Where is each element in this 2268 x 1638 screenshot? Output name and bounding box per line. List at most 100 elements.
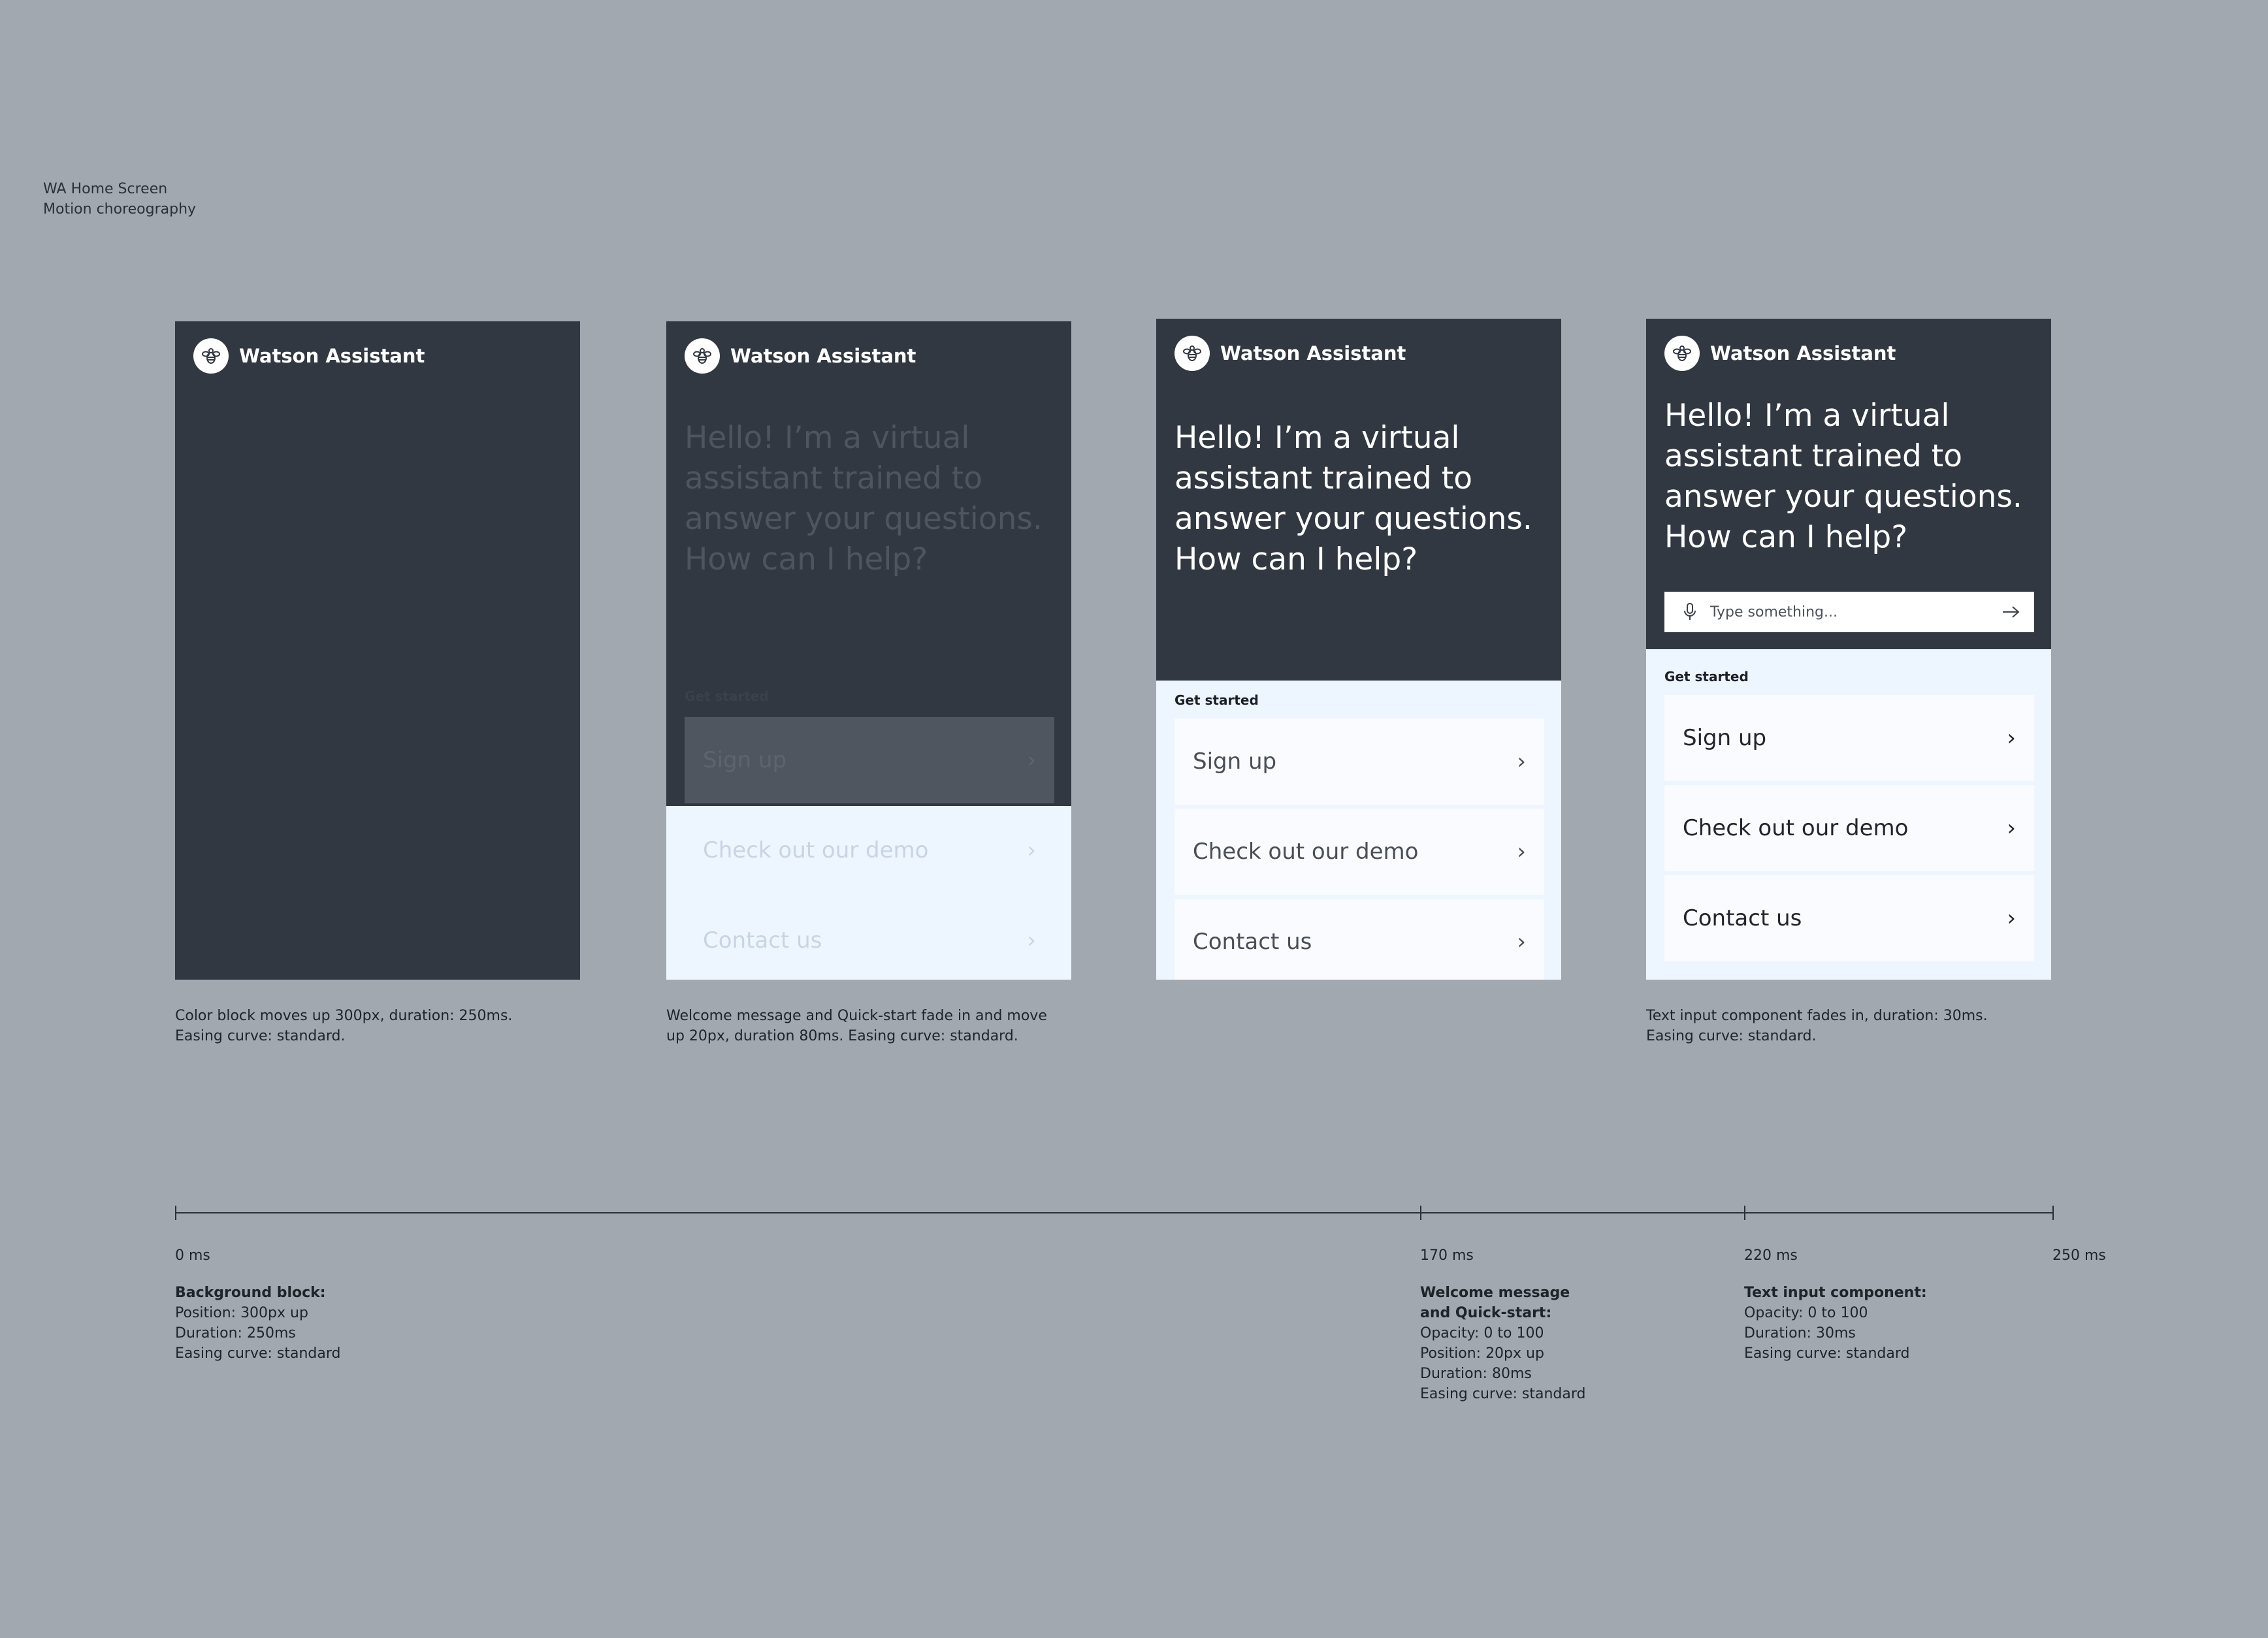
timeline-tick <box>1420 1206 1421 1220</box>
chevron-right-icon: › <box>1027 837 1036 863</box>
caption-line: Welcome message and Quick-start fade in … <box>666 1008 1047 1024</box>
timeline-tick <box>1744 1206 1745 1220</box>
welcome-line: answer your questions. <box>1174 501 1532 537</box>
text-input[interactable] <box>1664 592 2034 632</box>
bee-icon <box>685 338 720 374</box>
tick-label-250: 250 ms <box>2052 1247 2106 1264</box>
note-title: Welcome message <box>1420 1285 1570 1301</box>
timeline-tick <box>175 1206 176 1220</box>
timeline-axis <box>175 1212 2054 1213</box>
note-welcome-quickstart: Welcome message and Quick-start: Opacity… <box>1420 1283 1585 1404</box>
caption-line: Color block moves up 300px, duration: 25… <box>175 1008 513 1024</box>
welcome-message: Hello! I’m a virtual assistant trained t… <box>1664 396 2037 558</box>
item-label: Check out our demo <box>1683 815 1909 841</box>
quick-start-contact[interactable]: Contact us › <box>1664 875 2034 961</box>
chevron-right-icon: › <box>1027 927 1036 954</box>
note-line: Duration: 250ms <box>175 1325 296 1341</box>
bee-icon <box>1174 336 1210 371</box>
quick-start-label: Get started <box>1664 669 1749 684</box>
item-label: Contact us <box>703 927 822 954</box>
microphone-icon[interactable] <box>1683 602 1697 622</box>
quick-start-contact[interactable]: Contact us › <box>685 897 1054 980</box>
welcome-message: Hello! I’m a virtual assistant trained t… <box>1174 418 1547 580</box>
note-line: Opacity: 0 to 100 <box>1744 1305 1868 1321</box>
caption-line: up 20px, duration 80ms. Easing curve: st… <box>666 1028 1018 1044</box>
quick-start-label: Get started <box>1174 692 1259 708</box>
header: Watson Assistant <box>1174 336 1406 371</box>
header: Watson Assistant <box>1664 336 1896 371</box>
caption-line: Easing curve: standard. <box>175 1028 346 1044</box>
note-line: Position: 20px up <box>1420 1345 1544 1362</box>
header: Watson Assistant <box>685 338 916 374</box>
frame-2-caption: Welcome message and Quick-start fade in … <box>666 1006 1047 1046</box>
welcome-line: answer your questions. <box>685 501 1043 537</box>
caption-line: Text input component fades in, duration:… <box>1646 1008 1988 1024</box>
bee-icon <box>1664 336 1700 371</box>
note-title: Text input component: <box>1744 1285 1927 1301</box>
item-label: Sign up <box>1193 748 1277 775</box>
note-background-block: Background block: Position: 300px up Dur… <box>175 1283 340 1364</box>
brand-name: Watson Assistant <box>1220 342 1406 364</box>
item-label: Sign up <box>1683 725 1767 751</box>
note-line: Duration: 80ms <box>1420 1366 1532 1382</box>
caption-line: Easing curve: standard. <box>1646 1028 1817 1044</box>
frame-4-phone: Watson Assistant Hello! I’m a virtual as… <box>1646 319 2051 980</box>
frame-1-caption: Color block moves up 300px, duration: 25… <box>175 1006 512 1046</box>
chevron-right-icon: › <box>2007 905 2016 931</box>
page-title: WA Home Screen <box>43 181 168 197</box>
chevron-right-icon: › <box>2007 725 2016 751</box>
item-label: Contact us <box>1193 929 1312 955</box>
note-line: Opacity: 0 to 100 <box>1420 1325 1544 1341</box>
brand-name: Watson Assistant <box>239 345 425 367</box>
page-label: WA Home Screen Motion choreography <box>43 179 196 219</box>
brand-name: Watson Assistant <box>730 345 916 367</box>
tick-label-220: 220 ms <box>1744 1247 1798 1264</box>
note-line: Easing curve: standard <box>1420 1386 1586 1402</box>
quick-start-sign-up[interactable]: Sign up › <box>1174 718 1544 805</box>
chevron-right-icon: › <box>1517 839 1526 865</box>
note-text-input: Text input component: Opacity: 0 to 100 … <box>1744 1283 1927 1364</box>
chevron-right-icon: › <box>1517 929 1526 955</box>
quick-start-demo[interactable]: Check out our demo › <box>1664 785 2034 871</box>
chevron-right-icon: › <box>1027 747 1036 773</box>
page-subtitle: Motion choreography <box>43 201 197 217</box>
tick-label-0: 0 ms <box>175 1247 210 1264</box>
quick-start-label: Get started <box>685 688 769 704</box>
quick-start-demo[interactable]: Check out our demo › <box>685 807 1054 893</box>
timeline-tick <box>2052 1206 2054 1220</box>
welcome-line: How can I help? <box>685 541 928 577</box>
quick-start-demo[interactable]: Check out our demo › <box>1174 809 1544 895</box>
welcome-line: Hello! I’m a virtual <box>1664 398 1950 434</box>
frame-1-phone: Watson Assistant <box>175 321 580 980</box>
quick-start-contact[interactable]: Contact us › <box>1174 899 1544 980</box>
note-line: Duration: 30ms <box>1744 1325 1856 1341</box>
quick-start-sign-up[interactable]: Sign up › <box>1664 695 2034 781</box>
welcome-line: assistant trained to <box>1664 438 1962 474</box>
note-line: Position: 300px up <box>175 1305 308 1321</box>
welcome-line: Hello! I’m a virtual <box>1174 420 1460 456</box>
item-label: Contact us <box>1683 905 1802 931</box>
welcome-line: answer your questions. <box>1664 479 2022 515</box>
frame-3-phone: Watson Assistant Hello! I’m a virtual as… <box>1156 319 1561 980</box>
note-line: Easing curve: standard <box>175 1345 341 1362</box>
welcome-line: How can I help? <box>1174 541 1418 577</box>
bee-icon <box>193 338 229 374</box>
arrow-right-icon[interactable] <box>2001 604 2021 620</box>
note-title: Background block: <box>175 1285 326 1301</box>
chevron-right-icon: › <box>2007 815 2016 841</box>
item-label: Check out our demo <box>703 837 929 863</box>
quick-start-sign-up[interactable]: Sign up › <box>685 717 1054 803</box>
note-line: Easing curve: standard <box>1744 1345 1910 1362</box>
header: Watson Assistant <box>193 338 425 374</box>
chevron-right-icon: › <box>1517 748 1526 775</box>
welcome-line: assistant trained to <box>1174 460 1472 496</box>
frame-4-caption: Text input component fades in, duration:… <box>1646 1006 1988 1046</box>
item-label: Check out our demo <box>1193 839 1419 865</box>
welcome-message: Hello! I’m a virtual assistant trained t… <box>685 418 1057 580</box>
welcome-line: How can I help? <box>1664 519 1908 555</box>
welcome-line: Hello! I’m a virtual <box>685 420 970 456</box>
brand-name: Watson Assistant <box>1710 342 1896 364</box>
item-label: Sign up <box>703 747 787 773</box>
tick-label-170: 170 ms <box>1420 1247 1474 1264</box>
message-input[interactable] <box>1709 603 2001 621</box>
